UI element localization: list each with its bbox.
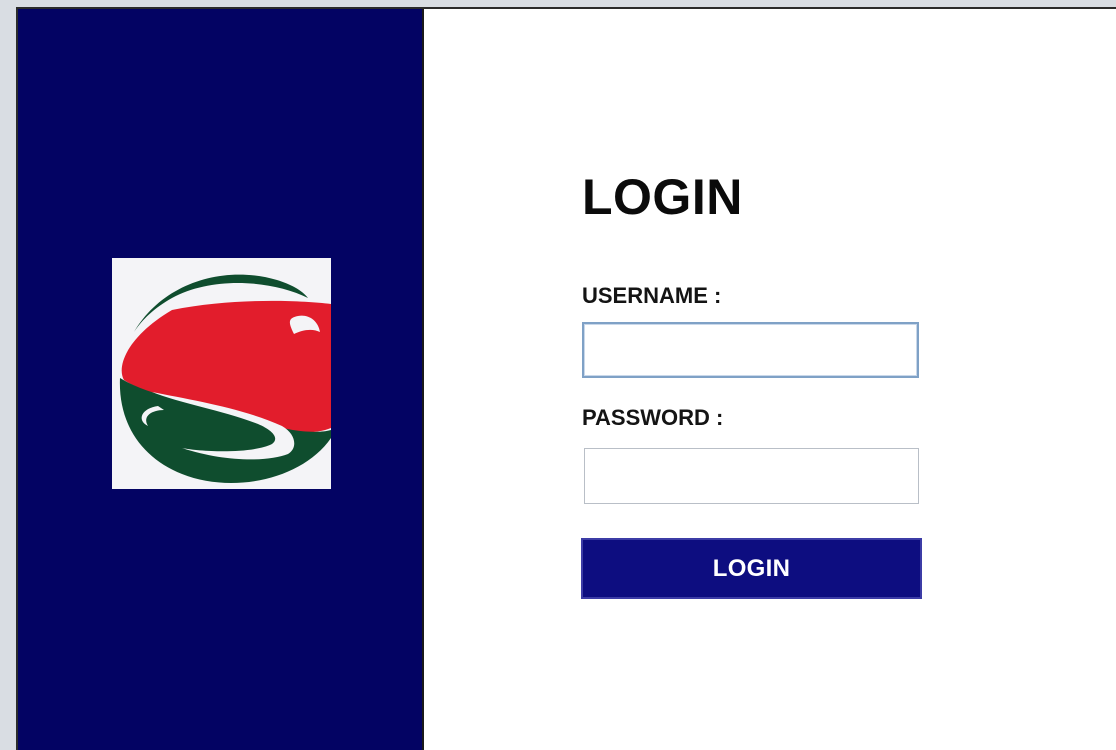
brand-panel (18, 9, 424, 750)
password-input[interactable] (584, 448, 919, 504)
password-label: PASSWORD : (582, 405, 724, 430)
login-panel: LOGIN USERNAME : PASSWORD : LOGIN (424, 9, 1116, 750)
s-globe-logo-icon (119, 274, 331, 483)
page-title: LOGIN (582, 169, 743, 225)
username-label: USERNAME : (582, 283, 722, 308)
login-window: LOGIN USERNAME : PASSWORD : LOGIN (16, 7, 1116, 750)
company-logo (112, 258, 331, 489)
login-button[interactable]: LOGIN (581, 538, 922, 599)
username-input[interactable] (582, 322, 919, 378)
